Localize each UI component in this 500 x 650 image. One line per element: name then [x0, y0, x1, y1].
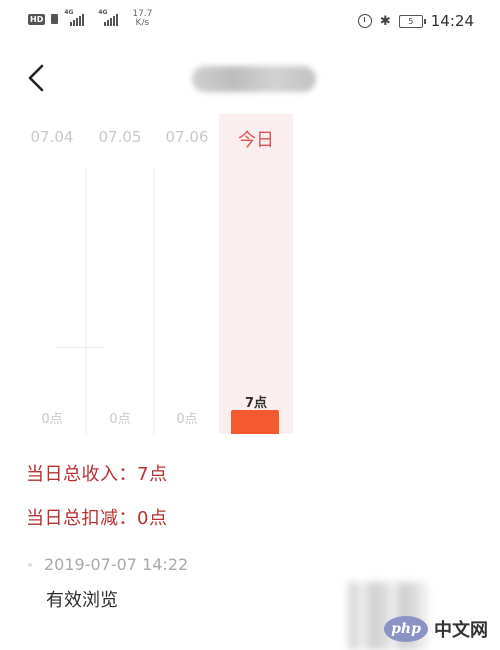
hd-badge: HD — [28, 13, 46, 25]
signal-2: 4G — [98, 9, 126, 26]
chart-value-label: 0点 — [176, 412, 198, 427]
status-bar: HD 4G 4G 17.7 K/s ✱ 5 14:24 — [0, 0, 500, 44]
signal-1: 4G — [64, 9, 92, 26]
chart-value-label: 0点 — [41, 412, 63, 427]
status-time: 14:24 — [430, 12, 474, 30]
chart-column[interactable]: 07.06 0点 — [152, 114, 222, 434]
daily-totals: 当日总收入：7点 当日总扣减：0点 — [26, 460, 167, 548]
signal-icon — [104, 14, 119, 26]
chart-category-label: 3 — [0, 128, 4, 146]
record-dot — [28, 563, 32, 567]
daily-points-chart: 3 07.04 0点 07.05 0点 07.06 0点 今日 7点 — [0, 114, 500, 434]
chart-category-label: 今日 — [238, 130, 274, 151]
back-button[interactable] — [18, 58, 58, 98]
chart-category-label: 07.05 — [98, 128, 142, 146]
chart-gridline — [56, 347, 104, 348]
chart-value-label: 7点 — [244, 396, 268, 411]
page-title-blurred — [192, 66, 316, 92]
watermark: php 中文网 — [384, 616, 488, 642]
battery-icon: 5 — [398, 14, 426, 28]
chart-value-label: 0点 — [109, 412, 131, 427]
record-time: 2019-07-07 14:22 — [44, 555, 189, 574]
chart-bar — [231, 410, 279, 434]
network-speed-unit: K/s — [135, 18, 150, 28]
chevron-left-icon — [28, 64, 44, 92]
alarm-icon — [357, 14, 372, 28]
chart-column-today[interactable]: 今日 7点 — [219, 114, 293, 434]
chart-category-label: 07.04 — [30, 128, 74, 146]
status-bar-right: ✱ 5 14:24 — [357, 12, 474, 30]
record-description: 有效浏览 — [46, 590, 118, 611]
total-deduction: 当日总扣减：0点 — [26, 508, 168, 529]
network-speed: 17.7 K/s — [132, 10, 152, 28]
chart-column-partial: 3 — [0, 114, 4, 434]
watermark-text: 中文网 — [434, 620, 488, 641]
php-logo-icon: php — [384, 616, 428, 642]
chart-column[interactable]: 07.04 0点 — [17, 114, 87, 434]
chart-category-label: 07.06 — [165, 128, 209, 146]
nav-bar — [0, 44, 500, 114]
status-bar-left: HD 4G 4G 17.7 K/s — [28, 9, 152, 28]
signal-icon — [70, 14, 85, 26]
total-income: 当日总收入：7点 — [26, 464, 168, 485]
bluetooth-icon: ✱ — [379, 13, 391, 29]
chart-column[interactable]: 07.05 0点 — [85, 114, 155, 434]
sim-icon — [51, 14, 59, 24]
